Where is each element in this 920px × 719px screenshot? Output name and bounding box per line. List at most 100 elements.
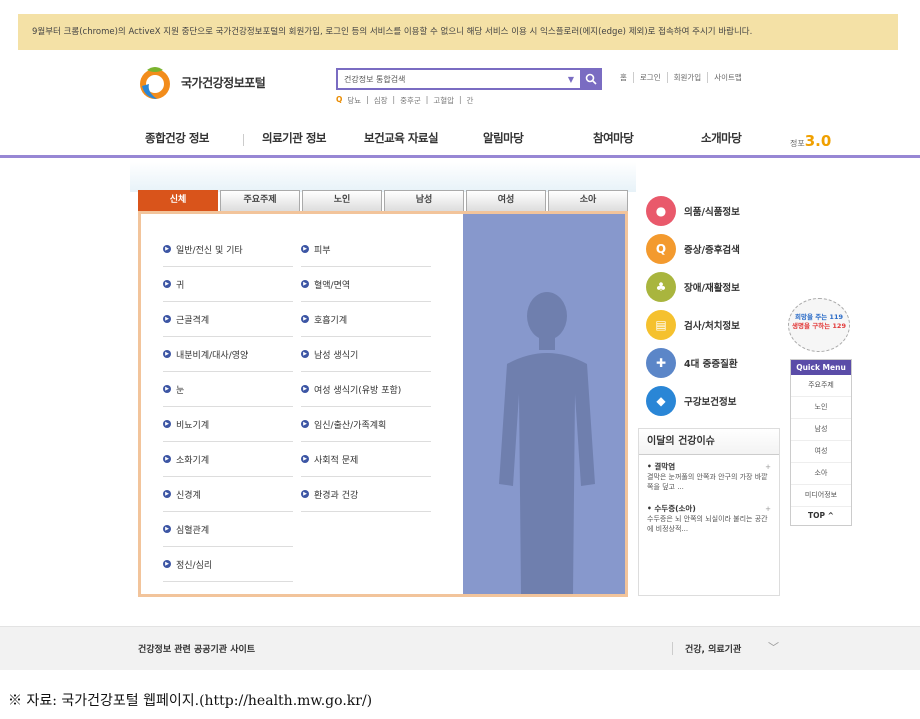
keyword[interactable]: 간 (467, 95, 474, 106)
tab-elderly[interactable]: 노인 (302, 190, 382, 211)
keyword[interactable]: 당뇨 (347, 95, 361, 106)
quick-link-severe-disease[interactable]: ✚ 4대 중증질환 (646, 344, 786, 382)
quick-link-drug-food[interactable]: ● 의품/식품정보 (646, 192, 786, 230)
bullet-icon: ▶ (163, 385, 171, 393)
bullet-icon: ▶ (163, 525, 171, 533)
footer-bar: 건강정보 관련 공공기관 사이트 건강, 의료기관 ﹀ (0, 626, 920, 670)
plus-icon[interactable]: + (765, 462, 771, 472)
list-item[interactable]: ▶ 혈액/면역 (301, 267, 431, 302)
nav-general-health[interactable]: 종합건강 정보 (145, 130, 209, 146)
magnifier-icon: Q (336, 95, 343, 104)
bullet-icon: ▶ (163, 420, 171, 428)
tab-female[interactable]: 여성 (466, 190, 546, 211)
chevron-down-icon[interactable]: ▼ (568, 75, 580, 84)
bullet-icon: ▶ (301, 280, 309, 288)
bullet-icon: ▶ (163, 560, 171, 568)
list-item[interactable]: ▶ 호흡기계 (301, 302, 431, 337)
logo-icon (140, 67, 170, 99)
search-icon (585, 73, 597, 85)
list-item[interactable]: ▶ 환경과 건강 (301, 477, 431, 512)
nav-medical-institutions[interactable]: 의료기관 정보 (262, 130, 326, 146)
human-body-figure[interactable] (463, 214, 625, 594)
issue-item[interactable]: + • 결막염 결막은 눈꺼풀의 안쪽과 안구의 가장 바깥쪽을 덮고 ... (639, 455, 779, 492)
login-link[interactable]: 로그인 (634, 72, 668, 83)
site-logo[interactable]: 국가건강정보포털 (137, 62, 266, 102)
list-item[interactable]: ▶ 근골격계 (163, 302, 293, 337)
category-list-right: ▶ 피부 ▶ 혈액/면역 ▶ 호흡기계 ▶ 남성 생식기 ▶ 여성 생식기(유방 포함) … (301, 232, 431, 512)
bullet-icon: ▶ (163, 490, 171, 498)
bullet-icon: ▶ (301, 385, 309, 393)
list-item[interactable]: ▶ 여성 생식기(유방 포함) (301, 372, 431, 407)
quick-link-rehab[interactable]: ♣ 장애/재활정보 (646, 268, 786, 306)
syringe-icon: ✚ (646, 348, 676, 378)
list-item[interactable]: ▶ 신경계 (163, 477, 293, 512)
quick-menu: Quick Menu 주요주제 노인 남성 여성 소아 미디어정보 TOP ^ (790, 359, 852, 526)
back-to-top-button[interactable]: TOP ^ (791, 507, 851, 525)
quick-link-oral-health[interactable]: ◆ 구강보건정보 (646, 382, 786, 420)
quick-menu-item[interactable]: 미디어정보 (791, 485, 851, 507)
human-silhouette-icon (499, 292, 595, 594)
pill-icon: ● (646, 196, 676, 226)
bullet-icon: ▶ (301, 245, 309, 253)
list-item[interactable]: ▶ 눈 (163, 372, 293, 407)
emergency-badge[interactable]: 희망을 주는 119 생명을 구하는 129 (788, 298, 850, 352)
list-item[interactable]: ▶ 소화기계 (163, 442, 293, 477)
nav-notice[interactable]: 알림마당 (483, 130, 524, 146)
list-item[interactable]: ▶ 피부 (301, 232, 431, 267)
list-item[interactable]: ▶ 내분비계/대사/영양 (163, 337, 293, 372)
list-item[interactable]: ▶ 비뇨기계 (163, 407, 293, 442)
tab-body[interactable]: 신체 (138, 190, 218, 211)
list-item[interactable]: ▶ 임신/출산/가족계획 (301, 407, 431, 442)
bullet-icon: ▶ (301, 315, 309, 323)
search-bar[interactable]: 건강정보 통합검색 ▼ (336, 68, 602, 90)
footer-site-select[interactable]: 건강, 의료기관 (672, 642, 741, 655)
quick-link-symptom-search[interactable]: Q 증상/증후검색 (646, 230, 786, 268)
list-item[interactable]: ▶ 일반/전신 및 기타 (163, 232, 293, 267)
decorative-banner (130, 162, 636, 192)
issue-item[interactable]: + • 수두증(소아) 수두증은 뇌 안쪽의 뇌실이라 불리는 공간에 비정상적… (639, 492, 779, 534)
bullet-icon: ▶ (163, 455, 171, 463)
footer-public-sites-label: 건강정보 관련 공공기관 사이트 (138, 645, 256, 655)
bullet-icon: ▶ (301, 455, 309, 463)
tab-main-topics[interactable]: 주요주제 (220, 190, 300, 211)
keyword[interactable]: 중후군 (400, 95, 421, 106)
search-input[interactable]: 건강정보 통합검색 (338, 74, 568, 85)
quick-menu-title: Quick Menu (791, 360, 851, 375)
search-button[interactable] (580, 68, 602, 90)
list-item[interactable]: ▶ 심혈관계 (163, 512, 293, 547)
quick-links: ● 의품/식품정보 Q 증상/증후검색 ♣ 장애/재활정보 ▤ 검사/처치정보 ✚ 4대 … (646, 192, 786, 420)
utility-links: 홈 로그인 회원가입 사이트맵 (614, 72, 748, 83)
version-badge: 정포3.0 (790, 132, 832, 150)
source-caption: ※ 자료: 국가건강포털 웹페이지.(http://health.mw.go.k… (8, 693, 373, 709)
quick-link-tests[interactable]: ▤ 검사/처치정보 (646, 306, 786, 344)
quick-menu-item[interactable]: 여성 (791, 441, 851, 463)
tab-male[interactable]: 남성 (384, 190, 464, 211)
tab-children[interactable]: 소아 (548, 190, 628, 211)
home-link[interactable]: 홈 (614, 72, 634, 83)
sitemap-link[interactable]: 사이트맵 (708, 72, 748, 83)
chevron-down-icon[interactable]: ﹀ (768, 639, 779, 655)
list-item[interactable]: ▶ 사회적 문제 (301, 442, 431, 477)
signup-link[interactable]: 회원가입 (668, 72, 709, 83)
plus-icon[interactable]: + (765, 504, 771, 514)
quick-menu-item[interactable]: 남성 (791, 419, 851, 441)
list-item[interactable]: ▶ 귀 (163, 267, 293, 302)
nav-participation[interactable]: 참여마당 (593, 130, 634, 146)
quick-menu-item[interactable]: 주요주제 (791, 375, 851, 397)
keyword[interactable]: 심장 (374, 95, 388, 106)
bullet-icon: ▶ (301, 490, 309, 498)
keyword[interactable]: 고혈압 (433, 95, 454, 106)
bullet-icon: ▶ (163, 245, 171, 253)
quick-menu-item[interactable]: 소아 (791, 463, 851, 485)
divider (243, 134, 244, 146)
nav-health-education[interactable]: 보건교육 자료실 (364, 130, 439, 146)
issue-title: 이달의 건강이슈 (639, 429, 779, 455)
monthly-health-issue: 이달의 건강이슈 + • 결막염 결막은 눈꺼풀의 안쪽과 안구의 가장 바깥쪽… (638, 428, 780, 596)
nav-about[interactable]: 소개마당 (701, 130, 742, 146)
list-item[interactable]: ▶ 남성 생식기 (301, 337, 431, 372)
quick-menu-item[interactable]: 노인 (791, 397, 851, 419)
category-tabs: 신체 주요주제 노인 남성 여성 소아 (138, 190, 628, 211)
magnifier-icon: Q (646, 234, 676, 264)
bullet-icon: ▶ (301, 420, 309, 428)
list-item[interactable]: ▶ 정신/심리 (163, 547, 293, 582)
